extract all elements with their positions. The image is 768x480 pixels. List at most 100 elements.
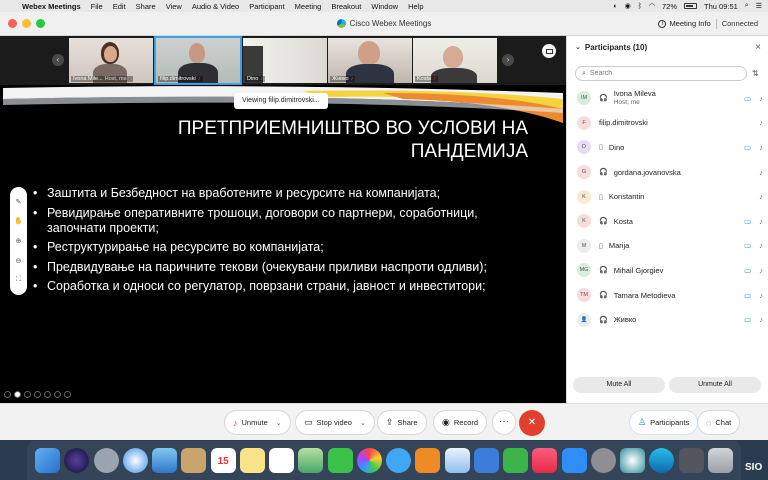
mic-muted-icon[interactable]: ♪ xyxy=(759,291,763,300)
webex-meetings-dock-icon[interactable] xyxy=(649,448,675,473)
participant-row[interactable]: TM 🎧 Tamara Metodieva ▭ ♪ xyxy=(567,283,768,308)
app-menu[interactable]: Webex Meetings xyxy=(22,2,81,11)
search-input[interactable] xyxy=(589,70,730,77)
mic-muted-icon[interactable]: ♪ xyxy=(759,192,763,201)
facetime-icon[interactable] xyxy=(327,448,353,473)
participant-row[interactable]: M ▯ Marija ▭ ♪ xyxy=(567,234,768,259)
close-window-button[interactable] xyxy=(8,19,17,28)
mic-active-icon[interactable]: ♪ xyxy=(759,118,763,127)
control-center-icon[interactable]: ☰ xyxy=(756,2,762,10)
maps-icon[interactable] xyxy=(298,448,324,473)
menu-view[interactable]: View xyxy=(166,2,182,11)
fit-screen-icon[interactable]: ⛶ xyxy=(16,276,21,284)
video-icon[interactable]: ▭ xyxy=(744,217,751,226)
music-icon[interactable] xyxy=(532,448,558,473)
bluetooth-icon[interactable]: ᛒ xyxy=(638,3,642,10)
pen-icon[interactable] xyxy=(24,391,31,398)
prev-icon[interactable] xyxy=(4,391,11,398)
books-icon[interactable] xyxy=(415,448,441,473)
unmute-all-button[interactable]: Unmute All xyxy=(669,377,761,393)
video-icon[interactable]: ▭ xyxy=(744,241,751,250)
layout-toggle-button[interactable] xyxy=(542,44,556,58)
messages-icon[interactable] xyxy=(386,448,412,473)
launchpad-icon[interactable] xyxy=(93,448,119,473)
clock[interactable]: Thu 09:51 xyxy=(704,2,738,11)
zoom-out-icon[interactable]: ⊖ xyxy=(16,257,22,265)
participant-row[interactable]: G 🎧 gordana.jovanovska ♪ xyxy=(567,160,768,185)
webex-status-icon[interactable]: ◐ xyxy=(613,3,617,10)
strip-next-icon[interactable]: › xyxy=(502,54,514,66)
mic-muted-icon[interactable]: ♪ xyxy=(759,315,763,324)
numbers-icon[interactable] xyxy=(503,448,529,473)
meeting-info-button[interactable]: i Meeting Info xyxy=(658,19,711,28)
audio-status-icon[interactable]: ◉ xyxy=(625,2,631,10)
menu-meeting[interactable]: Meeting xyxy=(295,2,322,11)
participant-row[interactable]: F filip.dimitrovski ♪ xyxy=(567,111,768,136)
video-icon[interactable]: ▭ xyxy=(744,291,751,300)
wifi-icon[interactable]: ◠ xyxy=(649,2,655,10)
comment-icon[interactable] xyxy=(54,391,61,398)
finder-icon[interactable] xyxy=(35,448,61,473)
preview-icon[interactable] xyxy=(444,448,470,473)
mail-icon[interactable] xyxy=(152,448,178,473)
minimize-window-button[interactable] xyxy=(22,19,31,28)
mic-muted-icon[interactable]: ♪ xyxy=(759,241,763,250)
mic-muted-icon[interactable]: ♪ xyxy=(759,94,763,103)
sort-icon[interactable]: ⇅ xyxy=(752,69,759,78)
record-button[interactable]: ◉ Record xyxy=(433,410,488,435)
menu-share[interactable]: Share xyxy=(136,2,156,11)
fullscreen-window-button[interactable] xyxy=(36,19,45,28)
reminders-icon[interactable] xyxy=(269,448,295,473)
share-button[interactable]: ⇪ Share xyxy=(377,410,427,435)
mute-all-button[interactable]: Mute All xyxy=(573,377,665,393)
contacts-icon[interactable] xyxy=(181,448,207,473)
participant-row[interactable]: K ▯ Konstantin ♪ xyxy=(567,184,768,209)
safari-icon[interactable] xyxy=(122,448,148,473)
video-icon[interactable]: ▭ xyxy=(744,266,751,275)
calendar-icon[interactable]: 15 xyxy=(210,448,236,473)
settings-icon[interactable] xyxy=(34,391,41,398)
unmute-button[interactable]: ♪ Unmute ⌄ xyxy=(224,410,291,435)
video-icon[interactable]: ▭ xyxy=(744,143,751,152)
menu-participant[interactable]: Participant xyxy=(249,2,284,11)
pointer-icon[interactable]: ✋ xyxy=(14,217,23,225)
chat-button[interactable]: ◌ Chat xyxy=(697,410,741,435)
strip-prev-icon[interactable]: ‹ xyxy=(52,54,64,66)
participant-row[interactable]: MG 🎧 Mihail Gjorgiev ▭ ♪ xyxy=(567,258,768,283)
menu-audio-video[interactable]: Audio & Video xyxy=(192,2,239,11)
more-icon[interactable] xyxy=(64,391,71,398)
video-tile[interactable]: Ivona Mile... Host, me ♪ xyxy=(69,38,153,83)
downloads-icon[interactable] xyxy=(678,448,704,473)
menu-help[interactable]: Help xyxy=(408,2,423,11)
participant-row[interactable]: IM 🎧 Ivona Mileva Host, me ▭ ♪ xyxy=(567,86,768,111)
trash-icon[interactable] xyxy=(707,448,733,473)
participant-row[interactable]: K 🎧 Kosta ▭ ♪ xyxy=(567,209,768,234)
collapse-chevron-icon[interactable]: ⌄ xyxy=(575,43,581,51)
chevron-down-icon[interactable]: ⌄ xyxy=(276,419,282,427)
video-tile[interactable]: Живко ♪ xyxy=(328,38,412,83)
notes-icon[interactable] xyxy=(239,448,265,473)
app-store-icon[interactable] xyxy=(561,448,587,473)
menu-window[interactable]: Window xyxy=(371,2,398,11)
photos-icon[interactable] xyxy=(356,448,382,473)
system-preferences-icon[interactable] xyxy=(590,448,616,473)
menu-breakout[interactable]: Breakout xyxy=(331,2,361,11)
info-icon[interactable] xyxy=(14,391,21,398)
keynote-icon[interactable] xyxy=(473,448,499,473)
more-options-button[interactable]: ··· xyxy=(492,410,516,435)
video-tile[interactable]: Dino ♪ xyxy=(243,38,327,83)
mic-muted-icon[interactable]: ♪ xyxy=(759,168,763,177)
annotate-icon[interactable]: ✎ xyxy=(16,198,22,206)
mic-muted-icon[interactable]: ♪ xyxy=(759,143,763,152)
video-icon[interactable]: ▭ xyxy=(744,94,751,103)
search-icon[interactable]: ⌕ xyxy=(745,2,749,10)
video-tile[interactable]: Kosta ♪ xyxy=(413,38,497,83)
participant-row[interactable]: D ▯ Dino ▭ ♪ xyxy=(567,135,768,160)
siri-icon[interactable] xyxy=(64,448,90,473)
close-panel-icon[interactable]: × xyxy=(755,42,761,53)
participants-button[interactable]: ♙ Participants xyxy=(629,410,699,435)
chevron-down-icon[interactable]: ⌄ xyxy=(360,419,366,427)
mic-muted-icon[interactable]: ♪ xyxy=(759,266,763,275)
zoom-in-icon[interactable]: ⊕ xyxy=(16,237,22,245)
stop-video-button[interactable]: ▭ Stop video ⌄ xyxy=(295,410,375,435)
